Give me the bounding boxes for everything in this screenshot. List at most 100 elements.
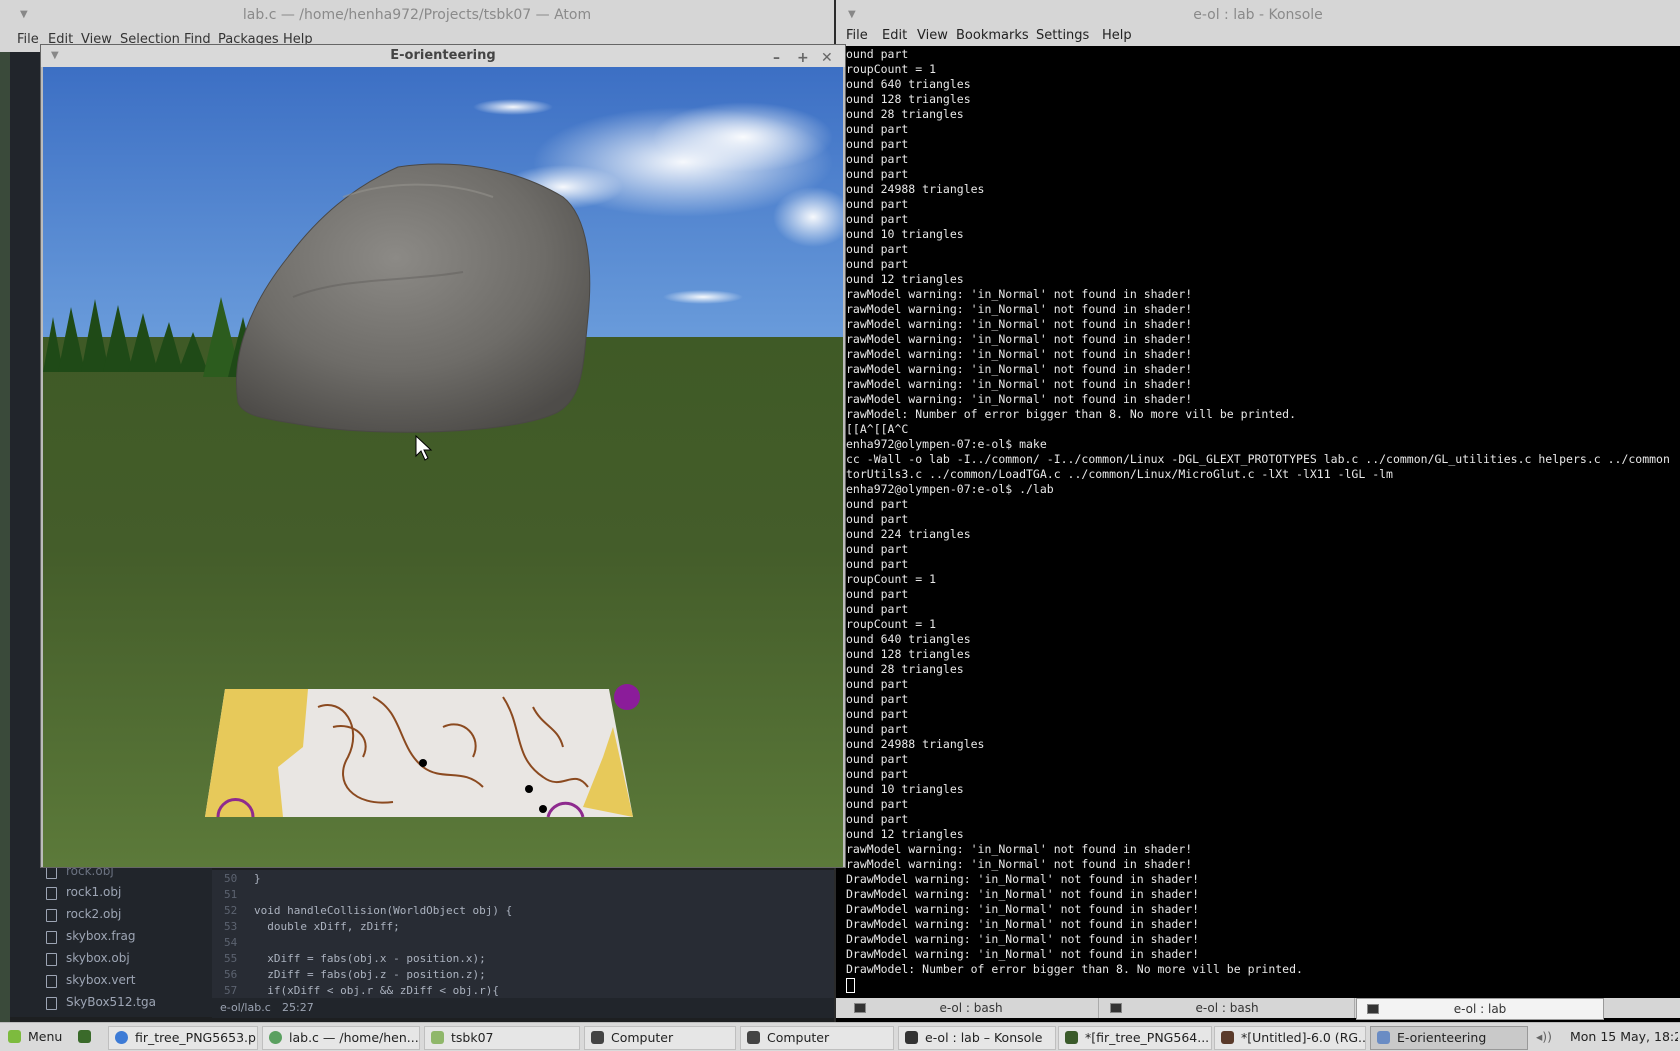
file-icon (46, 931, 57, 944)
tree-file-rock1-obj[interactable]: rock1.obj (46, 885, 121, 900)
terminal-icon (1110, 1003, 1122, 1013)
terminal-cursor (846, 978, 855, 993)
atom-menu-file[interactable]: File (17, 32, 39, 47)
game-window: ▼ E-orienteering – + ✕ (40, 44, 846, 868)
terminal-line: DrawModel warning: 'in_Normal' not found… (846, 917, 1200, 931)
terminal-line: ound part (846, 722, 909, 736)
terminal-line: ound 640 triangles (846, 632, 971, 646)
taskbar-item-atom[interactable]: lab.c — /home/hen... (262, 1026, 420, 1050)
close-icon[interactable]: ✕ (821, 47, 833, 69)
terminal-icon (905, 1031, 918, 1044)
atom-icon (269, 1031, 282, 1044)
atom-window-title: lab.c — /home/henha972/Projects/tsbk07 —… (242, 7, 592, 23)
konsole-tab-bar: e-ol : bash e-ol : bash e-ol : lab (836, 998, 1680, 1020)
volume-icon[interactable]: ◂)) (1532, 1026, 1560, 1048)
konsole-menu-edit[interactable]: Edit (882, 28, 907, 43)
terminal-line: ound 128 triangles (846, 92, 971, 106)
atom-title-bar[interactable]: ▼ lab.c — /home/henha972/Projects/tsbk07… (0, 0, 834, 30)
tree-file-skybox-frag[interactable]: skybox.frag (46, 929, 136, 944)
terminal-line: ound part (846, 212, 909, 226)
maximize-icon[interactable]: + (797, 47, 809, 69)
menu-button[interactable]: Menu (2, 1026, 68, 1048)
minimize-icon[interactable]: – (773, 47, 780, 69)
tree-file-skybox512-tga[interactable]: SkyBox512.tga (46, 995, 156, 1010)
terminal-line: DrawModel warning: 'in_Normal' not found… (846, 947, 1200, 961)
file-icon (46, 909, 57, 922)
mint-menu-icon (8, 1030, 21, 1043)
computer-icon (747, 1031, 760, 1044)
terminal-icon (854, 1003, 866, 1013)
taskbar-item-tsbk07[interactable]: tsbk07 (424, 1026, 580, 1050)
terminal-line: ound 128 triangles (846, 647, 971, 661)
show-desktop-button[interactable] (72, 1026, 98, 1048)
terminal-line: ound 10 triangles (846, 227, 964, 241)
file-icon (46, 887, 57, 900)
konsole-menu-bookmarks[interactable]: Bookmarks (956, 28, 1029, 43)
terminal-line: cc -Wall -o lab -I../common/ -I../common… (846, 452, 1670, 466)
terminal-line: ound part (846, 512, 909, 526)
konsole-menu-help[interactable]: Help (1102, 28, 1132, 43)
terminal-line: roupCount = 1 (846, 617, 937, 631)
konsole-menu-file[interactable]: File (846, 28, 868, 43)
terminal-line: ound part (846, 587, 909, 601)
file-icon (46, 997, 57, 1010)
terminal-line: torUtils3.c ../common/LoadTGA.c ../commo… (846, 467, 1393, 481)
tree-file-skybox-vert[interactable]: skybox.vert (46, 973, 136, 988)
game-scene (43, 67, 843, 867)
terminal-line: rawModel: Number of error bigger than 8.… (846, 407, 1297, 421)
window-menu-icon[interactable]: ▼ (848, 0, 856, 30)
game-window-title: E-orienteering (390, 48, 496, 63)
konsole-title-bar[interactable]: ▼ e-ol : lab - Konsole (836, 0, 1680, 30)
window-menu-icon[interactable]: ▼ (20, 0, 28, 30)
terminal-line: ound 224 triangles (846, 527, 971, 541)
konsole-menu-settings[interactable]: Settings (1036, 28, 1089, 43)
tab-bash-2[interactable]: e-ol : bash (1100, 998, 1355, 1018)
taskbar-item-fir-tree[interactable]: fir_tree_PNG5653.p... (108, 1026, 258, 1050)
tree-file-skybox-obj[interactable]: skybox.obj (46, 951, 130, 966)
atom-status-bar: e-ol/lab.c 25:27 (212, 998, 834, 1018)
terminal-icon (78, 1030, 91, 1043)
terminal-line: rawModel warning: 'in_Normal' not found … (846, 317, 1193, 331)
terminal-line: ound part (846, 137, 909, 151)
game-title-bar[interactable]: ▼ E-orienteering – + ✕ (41, 45, 845, 67)
status-cursor-position[interactable]: 25:27 (282, 998, 314, 1018)
konsole-menu-view[interactable]: View (917, 28, 948, 43)
clock[interactable]: Mon 15 May, 18:29 (1568, 1026, 1678, 1048)
terminal-line: [[A^[[A^C (846, 422, 909, 436)
status-file-path[interactable]: e-ol/lab.c (220, 998, 271, 1018)
terminal-output[interactable]: ound part roupCount = 1 ound 640 triangles… (836, 46, 1680, 998)
terminal-line: ound part (846, 752, 909, 766)
terminal-line: ound part (846, 602, 909, 616)
terminal-line: ound 12 triangles (846, 827, 964, 841)
terminal-line: ound part (846, 677, 909, 691)
tree-file-rock2-obj[interactable]: rock2.obj (46, 907, 121, 922)
tab-lab-active[interactable]: e-ol : lab (1356, 998, 1604, 1020)
window-icon (1377, 1031, 1390, 1044)
taskbar-item-gimp-2[interactable]: *[Untitled]-6.0 (RG... (1214, 1026, 1366, 1050)
terminal-line: ound part (846, 47, 909, 61)
computer-icon (591, 1031, 604, 1044)
taskbar-item-e-orienteering[interactable]: E-orienteering (1370, 1026, 1528, 1050)
terminal-line: ound part (846, 767, 909, 781)
game-viewport[interactable] (43, 67, 843, 867)
terminal-line: ound 28 triangles (846, 662, 964, 676)
terminal-line: enha972@olympen-07:e-ol$ ./lab (846, 482, 1054, 496)
taskbar-item-konsole[interactable]: e-ol : lab – Konsole (898, 1026, 1056, 1050)
orienteering-map (205, 689, 633, 818)
terminal-line: ound part (846, 812, 909, 826)
file-icon (46, 953, 57, 966)
terminal-line: enha972@olympen-07:e-ol$ make (846, 437, 1047, 451)
konsole-window-title: e-ol : lab - Konsole (1193, 7, 1323, 23)
terminal-line: DrawModel warning: 'in_Normal' not found… (846, 932, 1200, 946)
taskbar-item-gimp-1[interactable]: *[fir_tree_PNG564... (1058, 1026, 1212, 1050)
terminal-line: rawModel warning: 'in_Normal' not found … (846, 842, 1193, 856)
konsole-menu-bar: File Edit View Bookmarks Settings Help (836, 28, 1680, 46)
terminal-line: ound part (846, 242, 909, 256)
taskbar-item-computer-1[interactable]: Computer (584, 1026, 736, 1050)
terminal-line: ound 24988 triangles (846, 737, 985, 751)
taskbar-item-computer-2[interactable]: Computer (740, 1026, 894, 1050)
tab-bash-1[interactable]: e-ol : bash (844, 998, 1099, 1018)
window-menu-icon[interactable]: ▼ (51, 45, 59, 67)
terminal-line: ound part (846, 692, 909, 706)
code-editor[interactable]: 50} 51 52 void handleCollision(WorldObjec… (212, 870, 834, 998)
